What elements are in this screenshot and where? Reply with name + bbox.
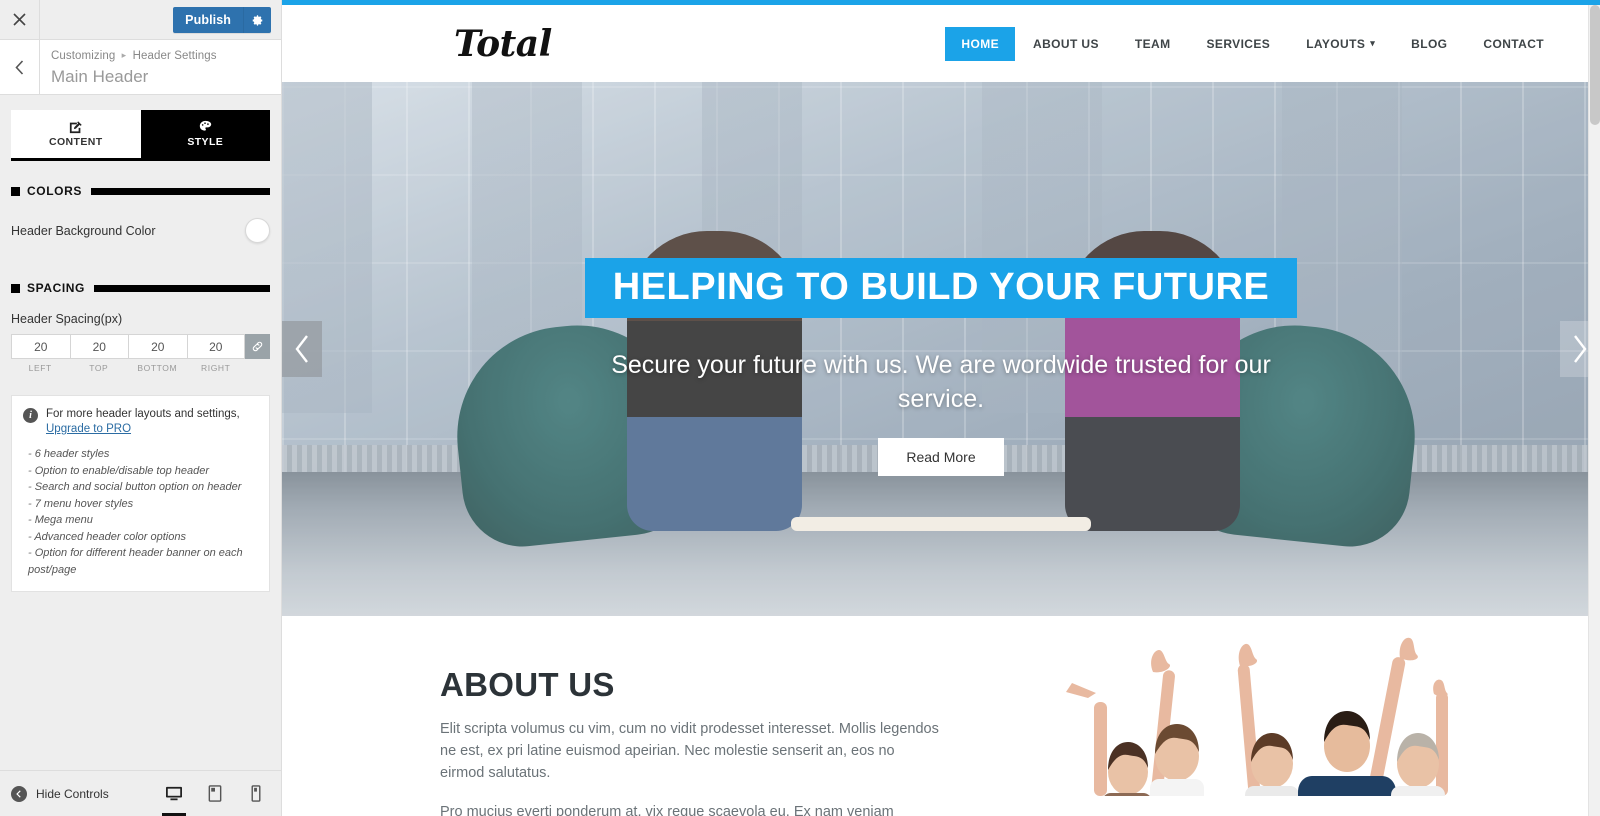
info-icon: i xyxy=(23,408,38,423)
about-title: ABOUT US xyxy=(440,666,615,703)
page-title: Main Header xyxy=(51,67,149,86)
site-header: Total HOME ABOUT US TEAM SERVICES LAYOUT… xyxy=(282,5,1600,82)
chevron-left-icon[interactable] xyxy=(0,40,40,94)
customizer-footer: Hide Controls xyxy=(0,770,281,816)
slider-prev-button[interactable] xyxy=(282,321,322,377)
nav-item-about-us[interactable]: ABOUT US xyxy=(1015,28,1117,60)
breadcrumb: Customizing ▸ Header Settings xyxy=(51,48,217,64)
section-rule xyxy=(93,284,270,292)
spacing-sublabel-left: LEFT xyxy=(28,363,52,373)
nav-item-layouts-label: LAYOUTS xyxy=(1306,36,1366,51)
spacing-cell-bottom: BOTTOM xyxy=(128,334,187,373)
spacing-cell-left: LEFT xyxy=(11,334,70,373)
spacing-cell-top: TOP xyxy=(69,334,128,373)
spacing-sublabel-right: RIGHT xyxy=(201,363,231,373)
upgrade-to-pro-link[interactable]: Upgrade to PRO xyxy=(46,423,131,435)
header-spacing-label: Header Spacing(px) xyxy=(11,312,123,326)
header-spacing-inputs: LEFT TOP BOTTOM RIGHT xyxy=(11,334,270,373)
read-more-button[interactable]: Read More xyxy=(878,438,1004,476)
hero-title: HELPING TO BUILD YOUR FUTURE xyxy=(584,258,1298,318)
about-paragraph-2: Pro mucius everti ponderum at, vix reque… xyxy=(440,804,894,816)
nav-item-home[interactable]: HOME xyxy=(945,26,1016,61)
list-item: - Search and social button option on hea… xyxy=(28,481,242,493)
site-preview: Total HOME ABOUT US TEAM SERVICES LAYOUT… xyxy=(282,0,1600,816)
publish-group[interactable]: Publish xyxy=(173,7,271,33)
main-navigation: HOME ABOUT US TEAM SERVICES LAYOUTS ▾ BL… xyxy=(945,26,1562,61)
tab-style-label: STYLE xyxy=(187,136,224,148)
hide-controls-button[interactable]: Hide Controls xyxy=(0,785,109,802)
chevron-down-icon: ▾ xyxy=(1370,38,1376,48)
spacing-sublabel-bottom: BOTTOM xyxy=(137,363,178,373)
edit-pencil-icon xyxy=(69,120,83,134)
section-header-spacing: SPACING xyxy=(11,281,270,295)
color-swatch[interactable] xyxy=(245,218,270,243)
spacing-cell-right: RIGHT xyxy=(186,334,245,373)
section-title-spacing: SPACING xyxy=(27,281,85,295)
tab-style[interactable]: STYLE xyxy=(140,110,270,158)
list-item: - Advanced header color options xyxy=(28,530,186,543)
list-item: - 7 menu hover styles xyxy=(28,497,134,510)
collapse-arrow-icon xyxy=(11,785,27,802)
nav-item-layouts[interactable]: LAYOUTS ▾ xyxy=(1288,28,1393,60)
customizer-topbar: Publish xyxy=(0,0,281,40)
section-bullet-icon xyxy=(11,283,20,293)
tablet-preview-icon[interactable] xyxy=(203,782,227,806)
spacing-input-right[interactable] xyxy=(186,334,245,359)
hero-subtitle: Secure your future with us. We are wordw… xyxy=(611,351,1271,413)
breadcrumb-separator-icon: ▸ xyxy=(121,50,127,60)
breadcrumb-root[interactable]: Customizing xyxy=(51,50,115,62)
nav-item-services[interactable]: SERVICES xyxy=(1189,28,1289,60)
breadcrumb-section[interactable]: Header Settings xyxy=(133,50,217,62)
list-item: - 6 header styles xyxy=(28,448,110,460)
desktop-preview-icon[interactable] xyxy=(162,782,186,816)
section-rule xyxy=(90,187,270,195)
list-item: - Mega menu xyxy=(28,514,93,526)
customizer-panel-header: Customizing ▸ Header Settings Main Heade… xyxy=(0,40,281,95)
customizer-sidebar: Publish Customizing ▸ Header Settings Ma… xyxy=(0,0,282,816)
about-image xyxy=(1050,636,1505,816)
about-section: ABOUT US Elit scripta volumus cu vim, cu… xyxy=(282,616,1600,816)
device-preview-switcher xyxy=(162,782,281,816)
nav-item-team[interactable]: TEAM xyxy=(1117,28,1189,60)
spacing-input-top[interactable] xyxy=(69,334,128,359)
spacing-input-left[interactable] xyxy=(11,334,70,359)
hero-content: HELPING TO BUILD YOUR FUTURE Secure your… xyxy=(282,258,1600,476)
style-content-tabs: CONTENT STYLE xyxy=(11,110,270,161)
scrollbar-thumb[interactable] xyxy=(1590,5,1600,125)
link-chain-icon[interactable] xyxy=(245,334,270,359)
upgrade-info-text: For more header layouts and settings, Up… xyxy=(46,407,257,437)
site-logo[interactable]: Total xyxy=(454,23,552,65)
header-background-color-control: Header Background Color xyxy=(11,218,270,243)
spacing-input-bottom[interactable] xyxy=(128,334,187,359)
mobile-preview-icon[interactable] xyxy=(244,782,268,806)
preview-scrollbar[interactable] xyxy=(1588,5,1600,816)
section-header-colors: COLORS xyxy=(11,184,270,198)
spacing-sublabel-top: TOP xyxy=(89,363,109,373)
upgrade-info-box: i For more header layouts and settings, … xyxy=(11,395,270,592)
close-icon[interactable] xyxy=(0,0,40,39)
paint-palette-icon xyxy=(199,120,212,134)
header-background-color-label: Header Background Color xyxy=(11,223,156,238)
about-paragraph-1: Elit scripta volumus cu vim, cum no vidi… xyxy=(440,721,939,781)
list-item: - Option to enable/disable top header xyxy=(28,464,210,477)
hide-controls-label: Hide Controls xyxy=(36,786,109,801)
pro-feature-list: - 6 header styles - Option to enable/dis… xyxy=(23,446,257,578)
list-item: - Option for different header banner on … xyxy=(28,547,243,576)
section-bullet-icon xyxy=(11,186,20,196)
nav-item-contact[interactable]: CONTACT xyxy=(1465,28,1562,60)
publish-button[interactable]: Publish xyxy=(173,7,243,33)
section-title-colors: COLORS xyxy=(27,184,82,198)
upgrade-info-lead: For more header layouts and settings, xyxy=(46,408,240,420)
gear-icon[interactable] xyxy=(243,7,271,33)
hero-slider: HELPING TO BUILD YOUR FUTURE Secure your… xyxy=(282,82,1600,616)
tab-content-label: CONTENT xyxy=(48,136,103,148)
nav-item-blog[interactable]: BLOG xyxy=(1393,28,1465,60)
tab-content[interactable]: CONTENT xyxy=(11,110,141,158)
customizer-screen: Publish Customizing ▸ Header Settings Ma… xyxy=(0,0,1600,816)
